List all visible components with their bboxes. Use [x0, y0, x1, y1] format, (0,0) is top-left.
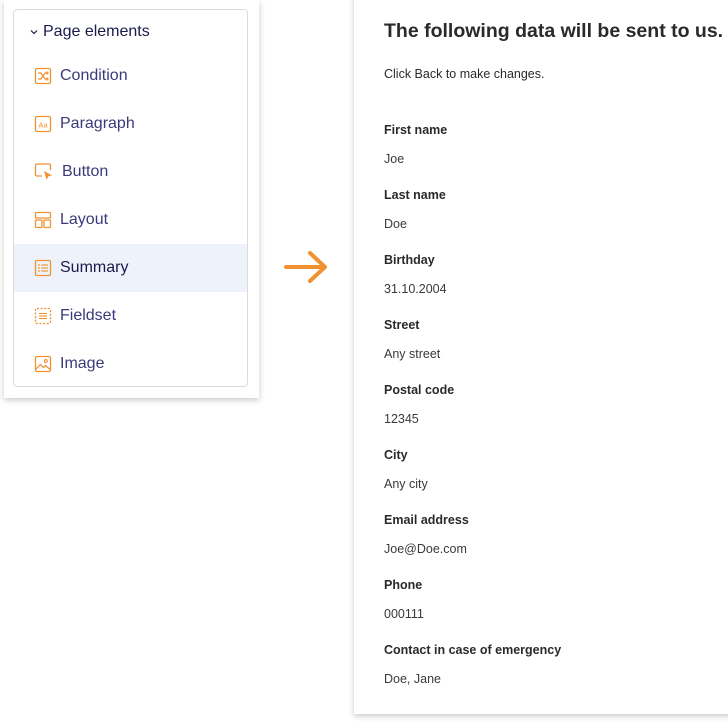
- element-item-fieldset[interactable]: Fieldset: [14, 292, 247, 340]
- element-item-label: Condition: [60, 67, 128, 84]
- arrow-right-icon: [284, 251, 327, 283]
- image-icon: [34, 355, 52, 373]
- element-item-label: Summary: [60, 259, 129, 276]
- summary-title: The following data will be sent to us.: [384, 20, 724, 42]
- element-item-label: Paragraph: [60, 115, 135, 132]
- field-label-postal-code: Postal code: [384, 383, 455, 397]
- paragraph-icon: Aa: [34, 115, 52, 133]
- field-label-email: Email address: [384, 513, 469, 527]
- field-value-postal-code: 12345: [384, 412, 419, 426]
- element-item-image[interactable]: Image: [14, 340, 247, 386]
- field-label-first-name: First name: [384, 123, 448, 137]
- element-item-summary[interactable]: Summary: [14, 244, 247, 292]
- element-item-label: Button: [62, 163, 109, 180]
- field-value-phone: 000111: [384, 607, 424, 621]
- element-item-condition[interactable]: Condition: [14, 52, 247, 100]
- svg-text:Aa: Aa: [38, 121, 48, 130]
- field-value-street: Any street: [384, 347, 441, 361]
- panel-title: Page elements: [43, 23, 150, 40]
- field-label-city: City: [384, 448, 408, 462]
- layout-icon: [34, 211, 52, 229]
- element-item-paragraph[interactable]: Aa Paragraph: [14, 100, 247, 148]
- page-elements-card: Page elements Condition Aa Paragraph But…: [13, 9, 248, 387]
- field-label-street: Street: [384, 318, 420, 332]
- fieldset-icon: [34, 307, 52, 325]
- element-item-button[interactable]: Button: [14, 148, 247, 196]
- summary-list-icon: [34, 259, 52, 277]
- element-item-layout[interactable]: Layout: [14, 196, 247, 244]
- button-cursor-icon: [34, 163, 52, 180]
- field-value-last-name: Doe: [384, 217, 407, 231]
- element-item-label: Fieldset: [60, 307, 117, 324]
- chevron-down-icon[interactable]: [29, 27, 39, 37]
- element-item-label: Image: [60, 355, 105, 372]
- condition-icon: [34, 67, 52, 85]
- field-label-emergency-contact: Contact in case of emergency: [384, 643, 562, 657]
- field-value-email: Joe@Doe.com: [384, 542, 467, 556]
- field-value-emergency-contact: Doe, Jane: [384, 672, 441, 686]
- field-value-first-name: Joe: [384, 152, 405, 166]
- summary-subtitle: Click Back to make changes.: [384, 67, 545, 81]
- field-label-phone: Phone: [384, 578, 423, 592]
- panel-header[interactable]: Page elements: [14, 21, 247, 43]
- field-value-birthday: 31.10.2004: [384, 282, 447, 296]
- field-label-birthday: Birthday: [384, 253, 435, 267]
- field-label-last-name: Last name: [384, 188, 446, 202]
- field-value-city: Any city: [384, 477, 428, 491]
- element-item-label: Layout: [60, 211, 109, 228]
